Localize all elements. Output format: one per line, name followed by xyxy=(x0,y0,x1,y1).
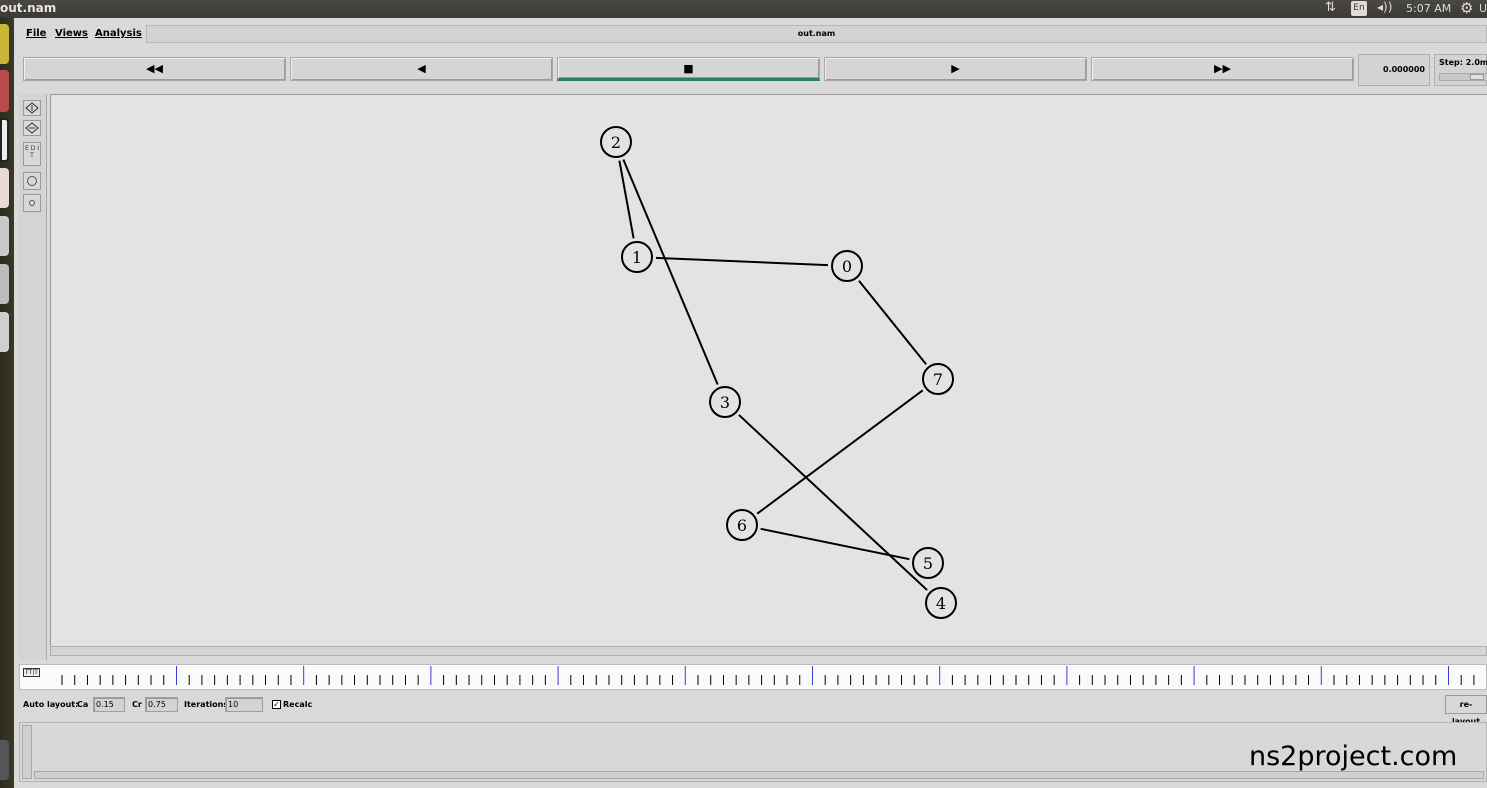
launcher-app-icon[interactable] xyxy=(0,70,9,112)
link-3-4[interactable] xyxy=(738,414,928,591)
link-2-1[interactable] xyxy=(618,160,635,239)
step-back-button[interactable]: ◀ xyxy=(290,57,553,81)
timeline-ticks xyxy=(61,666,1475,685)
launcher-trash-icon[interactable] xyxy=(0,740,9,780)
watermark-text: ns2project.com xyxy=(1249,741,1458,772)
menu-analysis[interactable]: Analysis xyxy=(95,28,142,39)
edit-icon[interactable]: E D I T xyxy=(23,142,41,166)
stop-button[interactable]: ■ xyxy=(557,57,820,81)
launcher-files-icon[interactable] xyxy=(0,264,9,304)
node-label-7: 7 xyxy=(933,370,943,389)
cr-input[interactable]: 0.75 xyxy=(145,697,178,712)
clock[interactable]: 5:07 AM xyxy=(1406,2,1451,15)
network-canvas[interactable]: 0 1 2 3 4 5 6 7 xyxy=(50,94,1487,654)
play-button[interactable]: ▶ xyxy=(824,57,1087,81)
ca-label: Ca xyxy=(77,700,89,709)
menu-file[interactable]: File xyxy=(26,28,46,39)
node-label-1: 1 xyxy=(632,248,642,267)
relayout-button[interactable]: re-layout xyxy=(1445,695,1487,726)
link-1-0[interactable] xyxy=(655,256,829,267)
timeline-slider[interactable]: TT|T xyxy=(19,664,1487,690)
node-small-icon[interactable] xyxy=(23,194,41,212)
node-label-0: 0 xyxy=(842,257,852,276)
link-0-7[interactable] xyxy=(858,280,927,365)
launcher-disk-icon[interactable] xyxy=(0,312,9,352)
annotation-horizontal-scrollbar[interactable] xyxy=(34,771,1484,779)
fast-forward-button[interactable]: ▶▶ xyxy=(1091,57,1354,81)
node-label-6: 6 xyxy=(737,516,747,535)
link-7-6[interactable] xyxy=(756,389,924,515)
time-display: 0.000000 xyxy=(1358,54,1430,86)
menu-bar: File Views Analysis out.nam xyxy=(14,24,1487,44)
user-menu[interactable]: U xyxy=(1479,2,1487,15)
launcher-text-editor-icon[interactable] xyxy=(0,168,9,208)
recalc-label: Recalc xyxy=(283,700,313,709)
link-6-5[interactable] xyxy=(760,527,910,561)
step-slider-thumb[interactable] xyxy=(1470,74,1484,80)
launcher-terminal-icon[interactable] xyxy=(0,118,9,162)
launcher-sidebar xyxy=(0,18,14,788)
trace-file-title: out.nam xyxy=(146,25,1487,43)
annotation-vertical-scrollbar[interactable] xyxy=(22,725,32,779)
volume-icon[interactable]: ◂)) xyxy=(1377,0,1392,14)
playback-controls: ◀◀ ◀ ■ ▶ ▶▶ 0.000000 Step: 2.0ms xyxy=(14,54,1487,86)
step-slider[interactable] xyxy=(1439,73,1487,81)
cr-label: Cr xyxy=(132,700,142,709)
recalc-checkbox[interactable]: ✓ xyxy=(272,700,281,709)
nam-window: File Views Analysis out.nam ◀◀ ◀ ■ ▶ ▶▶ … xyxy=(14,18,1487,788)
zoom-out-icon[interactable] xyxy=(23,120,41,136)
node-label-2: 2 xyxy=(611,133,621,152)
auto-layout-label: Auto layout: xyxy=(23,700,79,709)
launcher-dash-icon[interactable] xyxy=(0,24,9,64)
ca-input[interactable]: 0.15 xyxy=(93,697,125,712)
node-large-icon[interactable] xyxy=(23,172,41,190)
step-label: Step: 2.0ms xyxy=(1439,58,1487,67)
system-top-bar: out.nam ⇅ En ◂)) 5:07 AM ⚙ U xyxy=(0,0,1487,18)
network-arrows-icon[interactable]: ⇅ xyxy=(1325,0,1336,15)
canvas-horizontal-scrollbar[interactable] xyxy=(50,646,1487,656)
menu-views[interactable]: Views xyxy=(55,28,88,39)
rewind-button[interactable]: ◀◀ xyxy=(23,57,286,81)
gear-icon[interactable]: ⚙ xyxy=(1460,0,1473,17)
launcher-settings-icon[interactable] xyxy=(0,216,9,256)
node-label-3: 3 xyxy=(720,393,730,412)
node-label-5: 5 xyxy=(923,554,933,573)
iterations-label: Iterations xyxy=(184,700,229,709)
node-label-4: 4 xyxy=(936,594,946,613)
auto-layout-bar: Auto layout: Ca 0.15 Cr 0.75 Iterations … xyxy=(19,694,1487,726)
network-graph: 0 1 2 3 4 5 6 7 xyxy=(600,126,957,619)
iterations-input[interactable]: 10 xyxy=(225,697,263,712)
keyboard-language-indicator[interactable]: En xyxy=(1351,1,1367,16)
edit-toolbar: E D I T xyxy=(19,94,47,660)
zoom-in-icon[interactable] xyxy=(23,100,41,116)
step-control: Step: 2.0ms xyxy=(1434,54,1487,86)
window-title: out.nam xyxy=(0,1,57,15)
